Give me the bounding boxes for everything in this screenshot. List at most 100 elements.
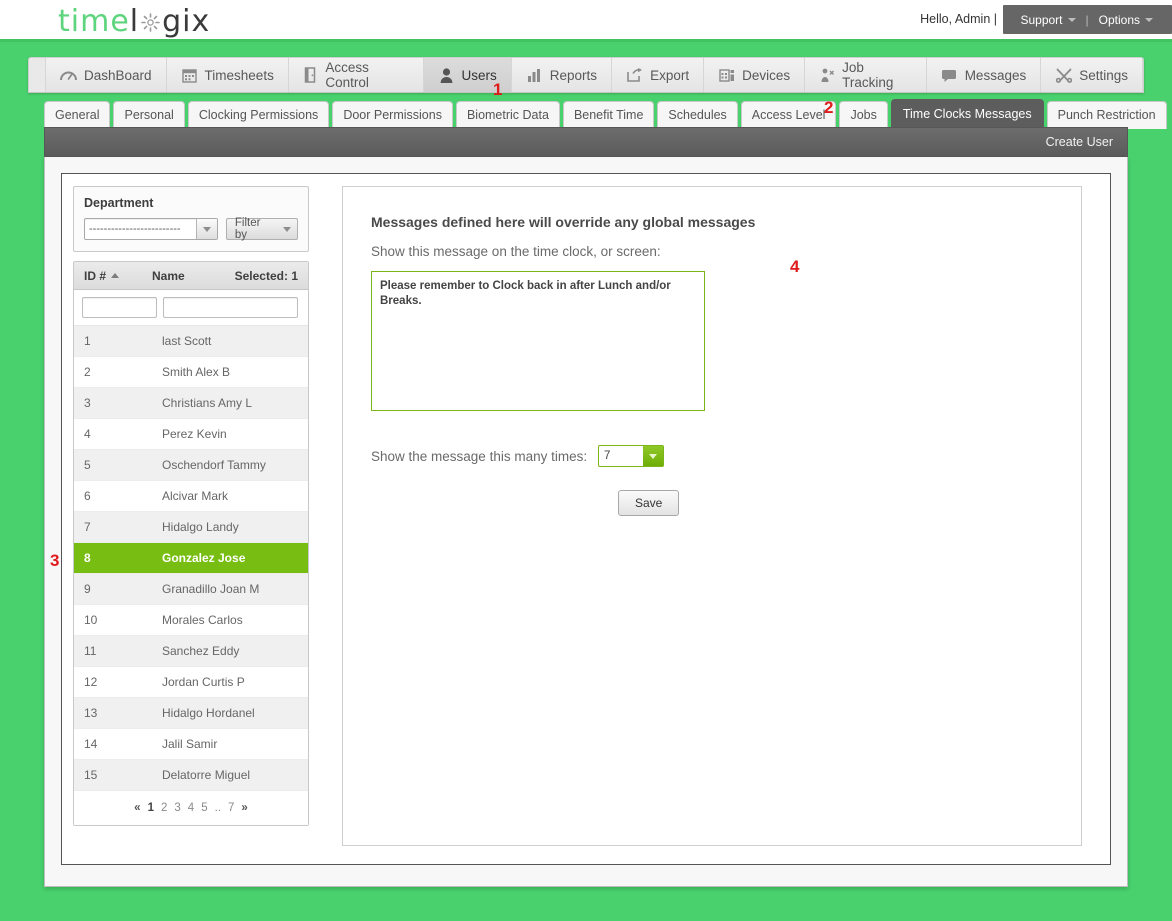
- column-header-id[interactable]: ID #: [74, 269, 152, 283]
- nav-item-timesheets[interactable]: Timesheets: [166, 58, 289, 92]
- pagination-page-7[interactable]: 7: [228, 802, 234, 814]
- row-id: 1: [84, 334, 91, 348]
- pagination-page-5[interactable]: 5: [201, 802, 207, 814]
- pane-title: Messages defined here will override any …: [371, 214, 756, 230]
- filter-by-dropdown[interactable]: Filter by: [225, 217, 298, 241]
- nav-item-job-tracking[interactable]: Job Tracking: [805, 58, 927, 92]
- pagination-page-4[interactable]: 4: [188, 802, 194, 814]
- row-id: 14: [84, 737, 98, 751]
- row-id: 9: [84, 582, 91, 596]
- row-name: Christians Amy L: [162, 396, 253, 410]
- row-id: 10: [84, 613, 98, 627]
- sort-ascending-icon: [111, 273, 120, 278]
- nav-item-dashboard[interactable]: DashBoard: [45, 58, 167, 92]
- tab-biometric-data[interactable]: Biometric Data: [455, 101, 560, 129]
- nav-item-access-control[interactable]: Access Control: [288, 58, 424, 92]
- table-row-selected[interactable]: 8 Gonzalez Jose: [74, 543, 308, 574]
- table-row[interactable]: 10 Morales Carlos: [74, 605, 308, 636]
- options-menu[interactable]: Options: [1092, 13, 1160, 27]
- row-name: Smith Alex B: [162, 365, 231, 379]
- department-select[interactable]: -------------------------: [84, 218, 218, 240]
- calendar-icon: [181, 67, 198, 84]
- chevron-down-icon: [1145, 17, 1153, 22]
- row-id: 13: [84, 706, 98, 720]
- pagination-page-3[interactable]: 3: [174, 802, 180, 814]
- create-user-button[interactable]: Create User: [1046, 135, 1127, 149]
- support-menu[interactable]: Support: [1013, 13, 1082, 27]
- chevron-down-icon[interactable]: [195, 219, 217, 239]
- options-label: Options: [1098, 12, 1140, 27]
- tab-label: Clocking Permissions: [198, 108, 319, 122]
- nav-item-messages[interactable]: Messages: [926, 58, 1042, 92]
- table-row[interactable]: 14 Jalil Samir: [74, 729, 308, 760]
- row-name: Morales Carlos: [162, 613, 243, 627]
- table-row[interactable]: 5 Oschendorf Tammy: [74, 450, 308, 481]
- annotation-marker-1: 1: [493, 80, 503, 99]
- nav-label: Messages: [964, 67, 1027, 83]
- row-name: Sanchez Eddy: [162, 644, 240, 658]
- tab-access-level[interactable]: Access Level: [740, 101, 837, 129]
- tab-jobs[interactable]: Jobs: [839, 101, 888, 129]
- tab-clocking-permissions[interactable]: Clocking Permissions: [187, 101, 330, 129]
- tab-punch-restriction[interactable]: Punch Restriction: [1046, 101, 1167, 129]
- bar-chart-icon: [526, 67, 543, 84]
- row-name: Delatorre Miguel: [162, 768, 251, 782]
- tab-label: Biometric Data: [466, 108, 549, 122]
- message-textarea[interactable]: [371, 271, 705, 411]
- row-name: Oschendorf Tammy: [162, 458, 266, 472]
- row-id: 5: [84, 458, 91, 472]
- table-row[interactable]: 4 Perez Kevin: [74, 419, 308, 450]
- tab-benefit-time[interactable]: Benefit Time: [562, 101, 655, 129]
- nav-item-reports[interactable]: Reports: [511, 58, 613, 92]
- dashboard-icon: [60, 67, 77, 84]
- tab-personal[interactable]: Personal: [113, 101, 185, 129]
- annotation-marker-4: 4: [790, 257, 800, 276]
- pagination-next[interactable]: »: [241, 802, 247, 814]
- tab-time-clocks-messages[interactable]: Time Clocks Messages: [890, 99, 1044, 129]
- column-header-name[interactable]: Name: [152, 269, 235, 283]
- time-clock-messages-pane: Messages defined here will override any …: [342, 186, 1082, 846]
- table-row[interactable]: 12 Jordan Curtis P: [74, 667, 308, 698]
- filter-by-label: Filter by: [234, 217, 261, 241]
- message-field-label: Show this message on the time clock, or …: [371, 244, 661, 259]
- pagination-prev[interactable]: «: [134, 802, 140, 814]
- department-select-value: -------------------------: [89, 223, 181, 235]
- table-row[interactable]: 11 Sanchez Eddy: [74, 636, 308, 667]
- table-row[interactable]: 13 Hidalgo Hordanel: [74, 698, 308, 729]
- filter-id-input[interactable]: [82, 297, 157, 318]
- table-row[interactable]: 6 Alcivar Mark: [74, 481, 308, 512]
- pagination: « 1 2 3 4 5 .. 7 »: [74, 791, 308, 825]
- nav-label: Timesheets: [204, 67, 274, 83]
- table-row[interactable]: 3 Christians Amy L: [74, 388, 308, 419]
- table-row[interactable]: 9 Granadillo Joan M: [74, 574, 308, 605]
- tab-label: Benefit Time: [573, 108, 644, 122]
- table-row[interactable]: 15 Delatorre Miguel: [74, 760, 308, 791]
- pagination-page-2[interactable]: 2: [161, 802, 167, 814]
- nav-item-export[interactable]: Export: [612, 58, 705, 92]
- department-filter-box: Department ------------------------- Fil…: [73, 186, 309, 252]
- device-grid-icon: [718, 67, 735, 84]
- row-name: last Scott: [162, 334, 212, 348]
- pagination-page-1[interactable]: 1: [148, 802, 154, 814]
- table-row[interactable]: 2 Smith Alex B: [74, 357, 308, 388]
- tab-door-permissions[interactable]: Door Permissions: [332, 101, 453, 129]
- save-button[interactable]: Save: [618, 490, 680, 516]
- times-select[interactable]: 7: [598, 445, 664, 467]
- sunburst-o-icon: [140, 12, 161, 33]
- tab-label: Door Permissions: [343, 108, 442, 122]
- tab-label: Access Level: [751, 108, 826, 122]
- filter-name-input[interactable]: [163, 297, 298, 318]
- tab-schedules[interactable]: Schedules: [657, 101, 738, 129]
- speech-bubble-icon: [941, 67, 958, 84]
- chevron-down-icon[interactable]: [643, 446, 663, 466]
- nav-item-devices[interactable]: Devices: [704, 58, 806, 92]
- timelogix-logo[interactable]: timel gix: [58, 4, 210, 39]
- nav-item-settings[interactable]: Settings: [1041, 58, 1143, 92]
- logo-text-l: l: [129, 4, 140, 39]
- table-row[interactable]: 7 Hidalgo Landy: [74, 512, 308, 543]
- row-id: 4: [84, 427, 91, 441]
- tab-label: Jobs: [850, 108, 877, 122]
- tab-general[interactable]: General: [44, 101, 111, 129]
- user-list-panel: Department ------------------------- Fil…: [73, 186, 309, 826]
- table-row[interactable]: 1 last Scott: [74, 326, 308, 357]
